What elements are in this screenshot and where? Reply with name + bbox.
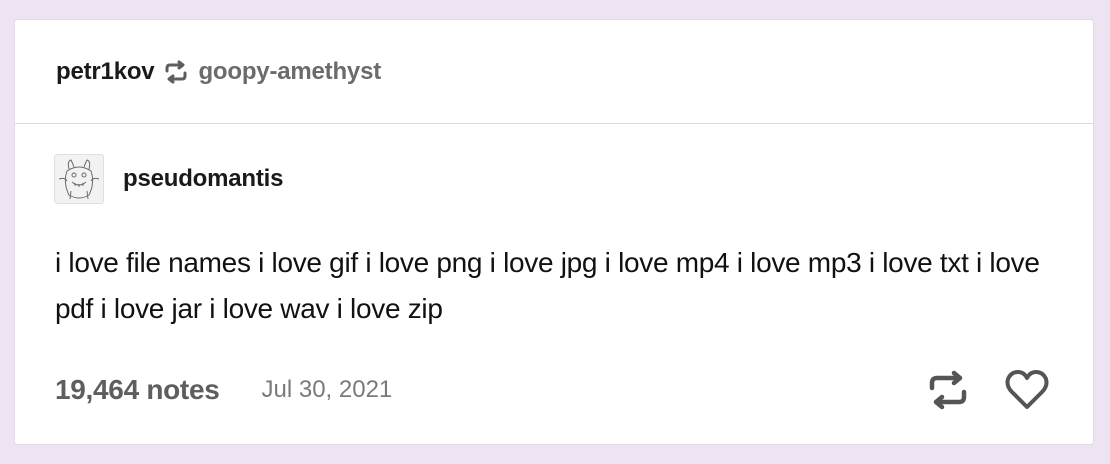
post-card: petr1kov goopy-amethyst pseudomantis i l… bbox=[14, 19, 1094, 445]
like-button[interactable] bbox=[1001, 365, 1053, 415]
post-actions bbox=[922, 365, 1053, 415]
reblog-icon bbox=[163, 60, 189, 84]
post-date: Jul 30, 2021 bbox=[261, 376, 393, 403]
avatar[interactable] bbox=[54, 154, 104, 204]
reblog-icon bbox=[929, 370, 967, 410]
reblogged-from-username[interactable]: goopy-amethyst bbox=[198, 58, 381, 86]
original-poster-username[interactable]: pseudomantis bbox=[123, 165, 283, 193]
reblog-trail-header: pseudomantis bbox=[54, 154, 283, 204]
post-footer: 19,464 notes Jul 30, 2021 bbox=[55, 365, 1053, 415]
reblog-button[interactable] bbox=[922, 365, 974, 415]
post-header: petr1kov goopy-amethyst bbox=[15, 20, 1093, 124]
heart-icon bbox=[1005, 370, 1049, 409]
notes-count[interactable]: 19,464 notes bbox=[55, 374, 220, 406]
post-body: i love file names i love gif i love png … bbox=[55, 247, 1040, 324]
reblogger-username[interactable]: petr1kov bbox=[56, 58, 155, 86]
